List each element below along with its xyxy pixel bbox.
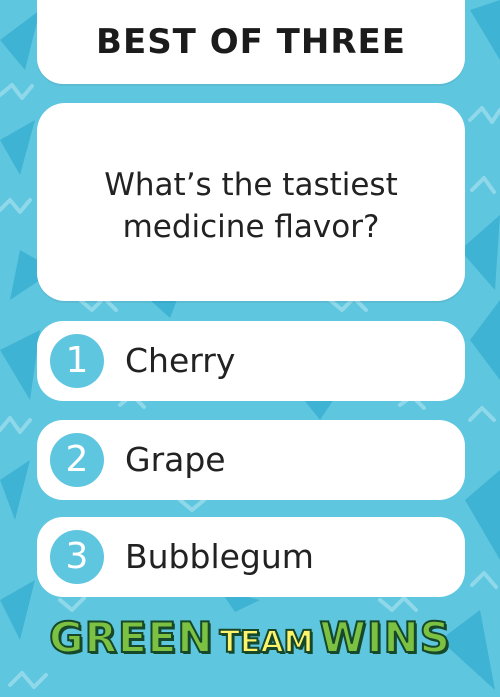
question-card: What’s the tastiest medicine flavor?	[37, 103, 465, 301]
answer-label: Cherry	[125, 341, 236, 380]
brand-word-team: TEAM	[218, 624, 314, 661]
answer-option-2[interactable]: 2 Grape	[37, 420, 465, 500]
question-text: What’s the tastiest medicine flavor?	[104, 167, 398, 245]
answer-number-badge: 1	[50, 334, 104, 388]
brand-logo: GREEN TEAM WINS	[0, 612, 500, 663]
brand-word-wins: WINS	[319, 612, 451, 663]
answer-number-badge: 3	[50, 530, 104, 584]
brand-word-green: GREEN	[48, 612, 214, 663]
title-card: BEST OF THREE	[37, 0, 465, 84]
answer-number-badge: 2	[50, 433, 104, 487]
game-title: BEST OF THREE	[96, 22, 406, 62]
answer-option-1[interactable]: 1 Cherry	[37, 321, 465, 401]
answer-option-3[interactable]: 3 Bubblegum	[37, 517, 465, 597]
answer-label: Bubblegum	[125, 537, 314, 576]
answer-label: Grape	[125, 440, 226, 479]
